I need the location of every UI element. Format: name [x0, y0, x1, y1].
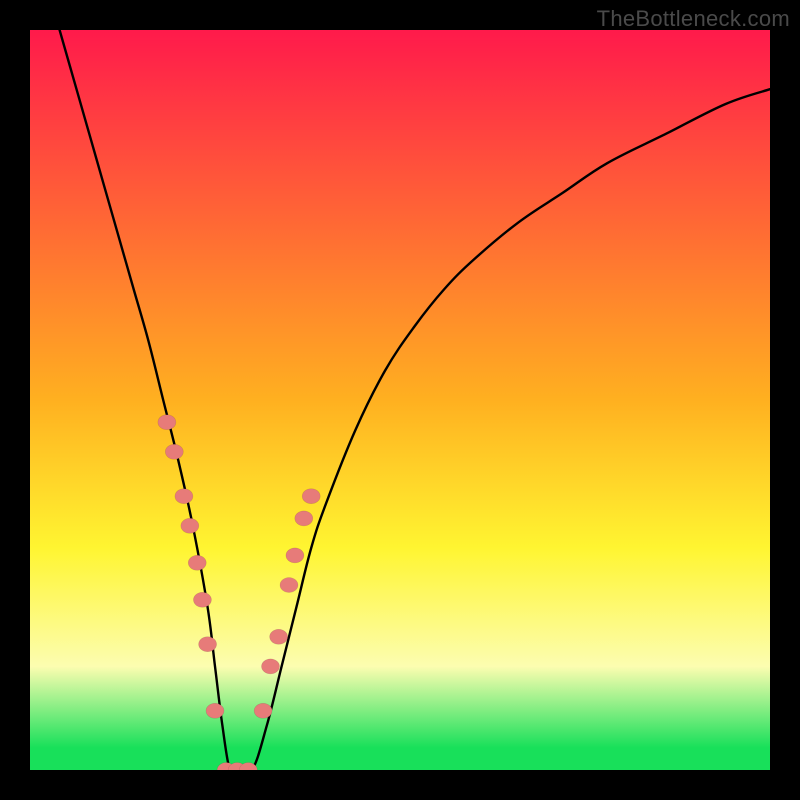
bead-marker	[286, 548, 304, 563]
bead-marker	[158, 415, 176, 430]
bead-marker	[181, 518, 199, 533]
bead-marker	[199, 637, 217, 652]
bead-marker	[193, 592, 211, 607]
bead-marker	[165, 444, 183, 459]
bottleneck-curve	[60, 30, 770, 770]
bead-marker	[188, 555, 206, 570]
watermark-text: TheBottleneck.com	[597, 6, 790, 32]
chart-frame: TheBottleneck.com	[0, 0, 800, 800]
bead-marker	[262, 659, 280, 674]
bead-marker	[280, 578, 298, 593]
bead-marker	[175, 489, 193, 504]
plot-area	[30, 30, 770, 770]
bead-marker	[302, 489, 320, 504]
bead-marker	[206, 703, 224, 718]
bead-markers	[158, 415, 320, 770]
bead-marker	[254, 703, 272, 718]
bead-marker	[270, 629, 288, 644]
curve-group	[60, 30, 770, 770]
curve-layer	[30, 30, 770, 770]
bead-marker	[295, 511, 313, 526]
